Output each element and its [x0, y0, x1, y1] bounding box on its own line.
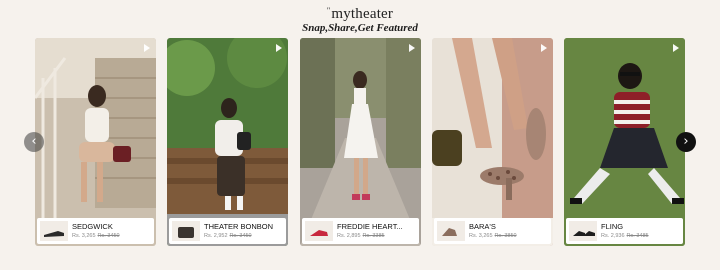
play-icon[interactable] — [673, 44, 679, 52]
ugc-card[interactable]: FREDDIE HEART... Rs. 2,895 Rs. 3385 — [300, 38, 421, 246]
sale-price: Rs. 2,952 — [204, 233, 228, 239]
original-price: Rs. 3485 — [626, 233, 649, 239]
product-name: BARA'S — [469, 222, 496, 231]
card-photo — [300, 38, 421, 246]
brand-mark: " — [326, 6, 331, 15]
product-price: Rs. 2,952 Rs. 3450 — [204, 233, 284, 239]
sale-price: Rs. 2,936 — [601, 233, 625, 239]
product-info[interactable]: FREDDIE HEART... Rs. 2,895 Rs. 3385 — [302, 218, 419, 244]
play-icon[interactable] — [144, 44, 150, 52]
section-tagline: Snap,Share,Get Featured — [302, 22, 418, 34]
product-thumbnail — [305, 221, 333, 241]
card-photo — [35, 38, 156, 246]
product-name: THEATER BONBON — [204, 222, 274, 231]
ugc-card[interactable]: BARA'S Rs. 3,265 Rs. 3850 — [432, 38, 553, 246]
product-info[interactable]: SEDGWICK Rs. 3,265 Rs. 3450 — [37, 218, 154, 244]
ugc-carousel: SEDGWICK Rs. 3,265 Rs. 3450 THEATER BONBO… — [35, 38, 685, 246]
original-price: Rs. 3450 — [97, 233, 120, 239]
ugc-card[interactable]: THEATER BONBON Rs. 2,952 Rs. 3450 — [167, 38, 288, 246]
product-price: Rs. 2,895 Rs. 3385 — [337, 233, 417, 239]
brand-logo[interactable]: "mytheater — [0, 6, 720, 23]
product-name: FLING — [601, 222, 624, 231]
sale-price: Rs. 2,895 — [337, 233, 361, 239]
product-info[interactable]: FLING Rs. 2,936 Rs. 3485 — [566, 218, 683, 244]
card-photo — [432, 38, 553, 246]
product-thumbnail — [437, 221, 465, 241]
chevron-left-icon[interactable]: ‹ — [24, 132, 44, 152]
sale-price: Rs. 3,265 — [72, 233, 96, 239]
play-icon[interactable] — [409, 44, 415, 52]
play-icon[interactable] — [541, 44, 547, 52]
product-info[interactable]: THEATER BONBON Rs. 2,952 Rs. 3450 — [169, 218, 286, 244]
product-price: Rs. 2,936 Rs. 3485 — [601, 233, 681, 239]
card-photo — [564, 38, 685, 246]
chevron-right-icon[interactable]: › — [676, 132, 696, 152]
original-price: Rs. 3385 — [362, 233, 385, 239]
product-name: FREDDIE HEART... — [337, 222, 403, 231]
product-info[interactable]: BARA'S Rs. 3,265 Rs. 3850 — [434, 218, 551, 244]
ugc-card[interactable]: FLING Rs. 2,936 Rs. 3485 — [564, 38, 685, 246]
card-photo — [167, 38, 288, 246]
ugc-card[interactable]: SEDGWICK Rs. 3,265 Rs. 3450 — [35, 38, 156, 246]
product-price: Rs. 3,265 Rs. 3450 — [72, 233, 152, 239]
product-name: SEDGWICK — [72, 222, 113, 231]
product-price: Rs. 3,265 Rs. 3850 — [469, 233, 549, 239]
original-price: Rs. 3850 — [494, 233, 517, 239]
original-price: Rs. 3450 — [229, 233, 252, 239]
play-icon[interactable] — [276, 44, 282, 52]
sale-price: Rs. 3,265 — [469, 233, 493, 239]
product-thumbnail — [40, 221, 68, 241]
brand-name: mytheater — [331, 6, 394, 22]
product-thumbnail — [569, 221, 597, 241]
product-thumbnail — [172, 221, 200, 241]
